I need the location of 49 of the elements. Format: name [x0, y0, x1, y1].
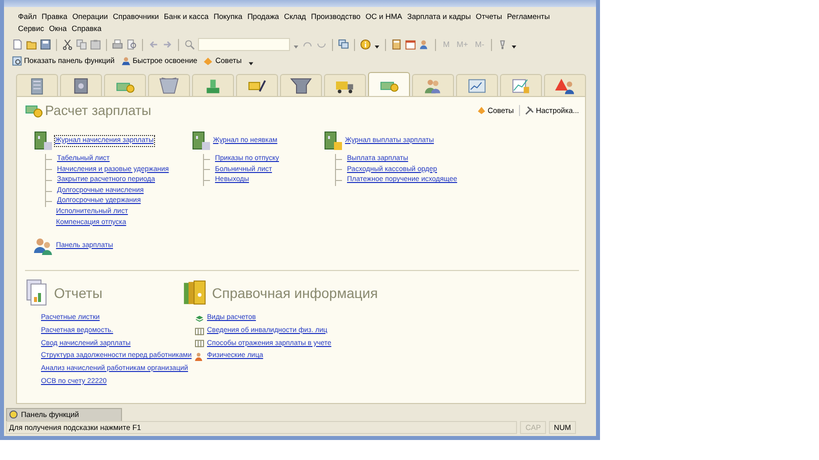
stack-icon: [195, 314, 204, 323]
journal-icon: [33, 131, 53, 151]
table-icon: [195, 339, 204, 348]
dropdown-caret-icon[interactable]: [248, 60, 254, 66]
tab[interactable]: [148, 74, 190, 96]
binders-icon: [183, 279, 207, 308]
tab[interactable]: [192, 74, 234, 96]
tab[interactable]: [280, 74, 322, 96]
search-icon[interactable]: [184, 39, 195, 50]
user-icon[interactable]: [419, 39, 430, 50]
forward-arrow-icon[interactable]: [162, 39, 173, 50]
people-icon: [195, 352, 204, 361]
tab[interactable]: [324, 74, 366, 96]
back-arrow-icon[interactable]: [148, 39, 159, 50]
printer-icon[interactable]: [112, 39, 123, 50]
person-icon: [120, 56, 131, 66]
tab[interactable]: [500, 74, 542, 96]
tab[interactable]: [16, 74, 58, 96]
tab[interactable]: [368, 72, 410, 96]
chart-icon: [466, 76, 488, 94]
table-icon: [195, 326, 204, 336]
warning-icon: [554, 76, 576, 94]
dropdown-caret-icon[interactable]: [374, 44, 380, 50]
dropdown-caret-icon[interactable]: [511, 44, 518, 50]
report-icon: [25, 279, 49, 308]
search-field[interactable]: [198, 38, 290, 51]
print-preview-icon[interactable]: [126, 39, 137, 50]
folder-icon[interactable]: [26, 39, 37, 50]
growth-icon: [510, 76, 532, 94]
tools-icon: [524, 106, 534, 114]
windows-icon[interactable]: [338, 39, 349, 50]
info-icon[interactable]: [360, 39, 371, 50]
save-icon[interactable]: [40, 39, 51, 50]
paste-icon[interactable]: [90, 39, 101, 50]
section-title: Отчеты: [54, 285, 102, 302]
journal-icon: [191, 131, 211, 151]
tab[interactable]: [236, 74, 278, 96]
journal-icon: [323, 131, 343, 151]
section-title: Справочная информация: [212, 285, 378, 302]
basket-icon: [158, 76, 180, 94]
new-document-icon[interactable]: [12, 39, 23, 50]
tab[interactable]: [412, 74, 454, 96]
calendar-icon[interactable]: [405, 39, 416, 50]
tab[interactable]: [60, 74, 102, 96]
scissors-icon[interactable]: [62, 39, 73, 50]
tab[interactable]: [456, 74, 498, 96]
people-icon: [33, 236, 53, 256]
tab[interactable]: [544, 74, 586, 96]
section-title: Расчет зарплаты: [45, 102, 152, 118]
